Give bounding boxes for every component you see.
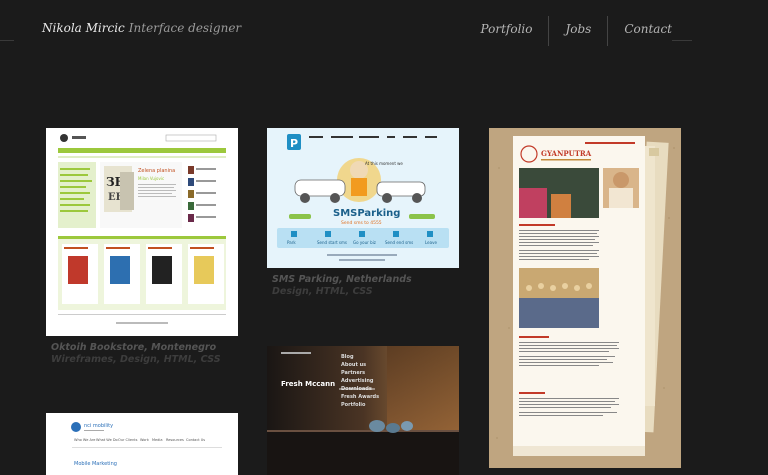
fresh-menu-2: About us	[341, 362, 366, 368]
brand-role: Interface designer	[128, 21, 242, 35]
project-caption-smsparking[interactable]: SMS Parking, Netherlands Design, HTML, C…	[272, 274, 412, 298]
oktoih-screenshot: ЗЕЛ ЕНА Zelena planina Milan Vujovic	[46, 128, 238, 336]
sms-step-5: Leave	[425, 240, 437, 245]
project-thumb-freshmccann[interactable]: Fresh Mccann Blog About us Partners Adve…	[267, 346, 459, 475]
freshmccann-screenshot: Fresh Mccann Blog About us Partners Adve…	[267, 346, 459, 475]
project-caption-oktoih[interactable]: Oktoih Bookstore, Montenegro Wireframes,…	[51, 342, 221, 366]
svg-text:At this moment we: At this moment we	[365, 161, 403, 166]
nci-menu-3: Our Clients	[118, 438, 138, 442]
site-brand[interactable]: Nikola Mircic Interface designer	[42, 21, 241, 35]
oktoih-hero-author: Milan Vujovic	[138, 176, 164, 181]
project-thumb-smsparking[interactable]: P At this moment we SMSParking Send sms …	[267, 128, 459, 268]
nav-jobs[interactable]: Jobs	[548, 16, 607, 46]
project-thumb-ncimobility[interactable]: nci mobility Who We Are What We Do Our C…	[46, 413, 238, 475]
nav-contact[interactable]: Contact	[607, 16, 688, 46]
sms-logo-sub: Send sms to 4555	[341, 220, 382, 226]
fresh-menu-4: Advertising	[341, 378, 374, 384]
project-title: SMS Parking, Netherlands	[272, 274, 412, 285]
oktoih-hero-title: Zelena planina	[138, 168, 175, 174]
nci-menu-1: Who We Are	[74, 438, 95, 442]
smsparking-screenshot: P At this moment we SMSParking Send sms …	[267, 128, 459, 268]
nci-logo-text: nci mobility	[84, 423, 113, 429]
nci-heading: Mobile Marketing	[74, 461, 117, 467]
project-tags: Wireframes, Design, HTML, CSS	[51, 354, 221, 365]
nci-menu-7: Contact Us	[186, 438, 205, 442]
svg-text:P: P	[290, 137, 298, 150]
fresh-menu-3: Partners	[341, 370, 365, 376]
project-thumb-oktoih[interactable]: ЗЕЛ ЕНА Zelena planina Milan Vujovic	[46, 128, 238, 336]
sms-step-3: Go your biz	[353, 240, 376, 245]
fresh-title: Fresh Mccann	[281, 380, 335, 388]
project-thumb-gyanputra[interactable]: GYANPUTRA	[489, 128, 681, 468]
header-rule-left	[0, 40, 14, 41]
nci-menu-4: Work	[140, 438, 150, 442]
fresh-menu-7: Portfolio	[341, 402, 366, 408]
gyan-logo-text: GYANPUTRA	[541, 149, 592, 158]
nci-menu-2: What We Do	[96, 438, 118, 442]
main-nav: Portfolio Jobs Contact	[465, 16, 688, 46]
nci-menu-5: Media	[152, 438, 163, 442]
sms-step-4: Send end sms	[385, 240, 413, 245]
fresh-menu-1: Blog	[341, 354, 354, 360]
sms-logo-text: SMSParking	[333, 208, 400, 219]
sms-step-1: Park	[287, 240, 296, 245]
nci-menu-6: Resources	[166, 438, 184, 442]
sms-step-2: Send start sms	[317, 240, 347, 245]
brand-name: Nikola Mircic	[42, 21, 125, 35]
fresh-menu-6: Fresh Awards	[341, 394, 379, 400]
project-title: Oktoih Bookstore, Montenegro	[51, 342, 217, 353]
gyanputra-screenshot: GYANPUTRA	[489, 128, 681, 468]
ncimobility-screenshot: nci mobility Who We Are What We Do Our C…	[46, 413, 238, 475]
project-tags: Design, HTML, CSS	[272, 286, 373, 297]
nav-portfolio[interactable]: Portfolio	[465, 16, 549, 46]
